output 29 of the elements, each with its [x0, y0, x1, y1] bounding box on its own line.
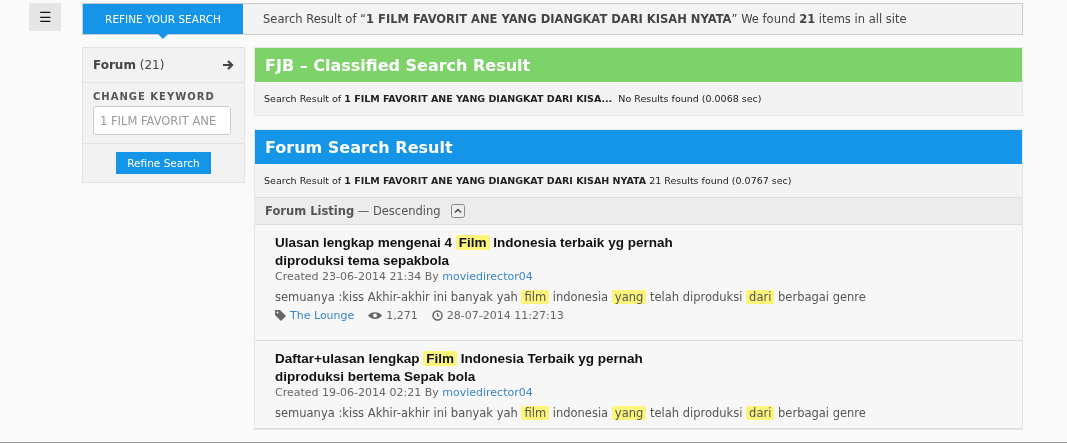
refine-tab[interactable]: REFINE YOUR SEARCH	[83, 4, 243, 34]
author-link[interactable]: moviedirector04	[442, 386, 533, 400]
created-text: Created 19-06-2014 02:21 By	[275, 386, 439, 400]
category-link[interactable]: Forum (21)	[93, 58, 165, 72]
created-text: Created 23-06-2014 21:34 By	[275, 270, 439, 284]
updated-time: 28-07-2014 11:27:13	[446, 309, 564, 323]
collapse-icon[interactable]	[450, 204, 465, 218]
forum-link[interactable]: The Lounge	[290, 309, 355, 323]
summary-text: Search Result of “1 FILM FAVORIT ANE YANG DIANGKAT DARI KISAH NYATA” We found 21 items in all site	[262, 12, 907, 26]
clock-icon	[431, 310, 443, 322]
result-summary: Search Result of 1 FILM FAVORIT ANE YANG DIANGKAT DARI KISA... No Results found (0.0068 sec)	[264, 93, 762, 104]
post-title-link[interactable]: Daftar+ulasan lengkap Film Indonesia Terbaik yg pernah diproduksi bertema Sepak bola	[275, 350, 715, 386]
post-snippet: semuanya :kiss Akhir-akhir ini banyak yah film indonesia yang telah diproduksi dari berbagai genre	[275, 290, 867, 305]
section-header: FJB – Classified Search Result	[255, 48, 1022, 82]
menu-button[interactable]: ☰	[29, 3, 61, 31]
section-header: Forum Search Result	[255, 130, 1022, 164]
post-title-link[interactable]: Ulasan lengkap mengenai 4 Film Indonesia terbaik yg pernah diproduksi tema sepakbola	[275, 234, 715, 270]
listing-label: Forum Listing — Descending	[265, 204, 441, 218]
post-snippet: semuanya :kiss Akhir-akhir ini banyak yah film indonesia yang telah diproduksi dari berbagai genre	[275, 406, 867, 421]
keyword-heading: CHANGE KEYWORD	[93, 91, 216, 102]
eye-icon	[368, 311, 383, 321]
result-summary: Search Result of 1 FILM FAVORIT ANE YANG DIANGKAT DARI KISAH NYATA 21 Results found (0.0767 sec)	[264, 175, 792, 186]
tab-pointer	[158, 34, 168, 39]
author-link[interactable]: moviedirector04	[442, 270, 533, 284]
keyword-field[interactable]: 1 FILM FAVORIT ANE	[93, 106, 231, 135]
view-count: 1,271	[386, 309, 418, 323]
tag-icon	[275, 310, 286, 322]
arrow-right-icon	[222, 59, 234, 71]
refine-search-button[interactable]: Refine Search	[116, 152, 211, 174]
